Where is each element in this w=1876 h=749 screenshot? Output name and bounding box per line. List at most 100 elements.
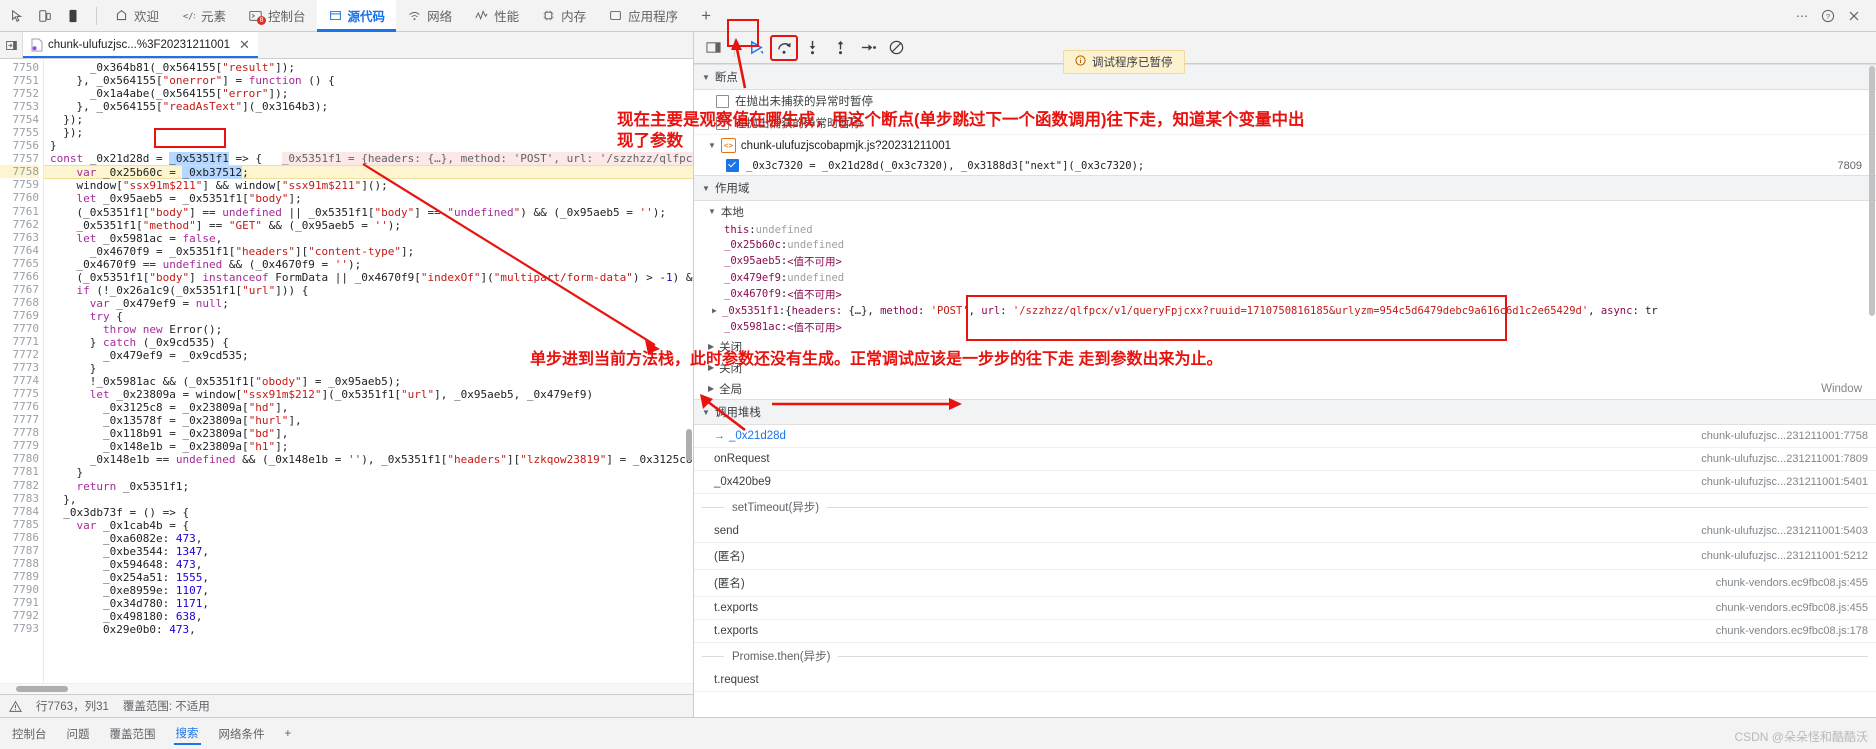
code-line[interactable]: }); (44, 113, 693, 126)
scope-variable-row[interactable]: _0x25b60c: undefined (694, 237, 1876, 252)
callstack-frame-row[interactable]: → _0x21d28d chunk-ulufuzjsc...231211001:77… (694, 425, 1876, 448)
dock-side-icon[interactable] (64, 7, 82, 25)
line-number[interactable]: 7778 (0, 426, 40, 439)
code-line[interactable]: _0x148e1b == undefined && (_0x148e1b = '… (44, 453, 693, 466)
show-navigator-icon[interactable] (0, 32, 23, 58)
scope-variable-row[interactable]: _0x5981ac: <值不可用> (694, 318, 1876, 336)
line-number[interactable]: 7782 (0, 479, 40, 492)
code-line[interactable]: _0x118b91 = _0x23809a["bd"], (44, 427, 693, 440)
code-line[interactable]: _0x13578f = _0x23809a["hurl"], (44, 414, 693, 427)
line-number[interactable]: 7751 (0, 74, 40, 87)
callstack-frame-row[interactable]: send chunk-ulufuzjsc...231211001:5403 (694, 520, 1876, 543)
line-number[interactable]: 7777 (0, 413, 40, 426)
code-line[interactable]: } (44, 362, 693, 375)
drawer-tab-console[interactable]: 控制台 (10, 724, 49, 744)
line-number[interactable]: 7756 (0, 139, 40, 152)
code-line[interactable]: let _0x23809a = window["ssx91m$212"](_0x… (44, 388, 693, 401)
line-number[interactable]: 7770 (0, 322, 40, 335)
scope-group-closure-1[interactable]: ▶ 关闭 (694, 336, 1876, 357)
code-line[interactable]: _0xe8959e: 1107, (44, 584, 693, 597)
code-line[interactable]: try { (44, 310, 693, 323)
tab-performance[interactable]: 性能 (463, 0, 530, 32)
line-number[interactable]: 7750 (0, 61, 40, 74)
code-line[interactable]: _0x4670f9 == undefined && (_0x4670f9 = '… (44, 258, 693, 271)
code-line[interactable]: } catch (_0x9cd535) { (44, 336, 693, 349)
drawer-tab-network-conditions[interactable]: 网络条件 (217, 724, 267, 744)
close-icon[interactable] (1844, 6, 1864, 26)
code-line[interactable]: _0x34d780: 1171, (44, 597, 693, 610)
code-line[interactable]: let _0x5981ac = false, (44, 232, 693, 245)
code-line[interactable]: _0x1a4abe(_0x564155["error"]); (44, 87, 693, 100)
tab-sources[interactable]: 源代码 (316, 0, 397, 32)
line-number[interactable]: 7774 (0, 374, 40, 387)
scope-group-global[interactable]: ▶ 全局 Window (694, 378, 1876, 399)
drawer-tab-issues[interactable]: 问题 (65, 724, 92, 744)
code-line[interactable]: _0x148e1b = _0x23809a["h1"]; (44, 440, 693, 453)
tab-console[interactable]: 8 控制台 (237, 0, 317, 32)
line-number[interactable]: 7761 (0, 205, 40, 218)
line-number[interactable]: 7780 (0, 452, 40, 465)
line-number[interactable]: 7773 (0, 361, 40, 374)
line-number[interactable]: 7785 (0, 518, 40, 531)
step-out-button[interactable] (827, 36, 853, 60)
step-over-button[interactable] (770, 34, 798, 61)
code-line[interactable]: _0xa6082e: 473, (44, 532, 693, 545)
code-line[interactable]: 0x29e0b0: 473, (44, 623, 693, 636)
line-number[interactable]: 7784 (0, 505, 40, 518)
code-line[interactable]: !_0x5981ac && (_0x5351f1["obody"] = _0x9… (44, 375, 693, 388)
tab-memory[interactable]: 内存 (530, 0, 597, 32)
editor-vertical-scrollbar[interactable] (684, 59, 693, 694)
line-number[interactable]: 7758 (0, 165, 39, 179)
scope-variable-row[interactable]: _0x95aeb5: <值不可用> (694, 252, 1876, 270)
pause-caught-exceptions-row[interactable]: 在抛出捕获的异常时暂停 (694, 112, 1876, 135)
callstack-section-header[interactable]: ▼ 调用堆栈 (694, 399, 1876, 425)
code-line[interactable]: _0x3db73f = () => { (44, 506, 693, 519)
line-number[interactable]: 7752 (0, 87, 40, 100)
scope-variable-row[interactable]: _0x4670f9: <值不可用> (694, 285, 1876, 303)
chevron-right-icon[interactable]: ▶ (712, 306, 722, 315)
line-number[interactable]: 7759 (0, 178, 40, 191)
code-line[interactable]: _0x498180: 638, (44, 610, 693, 623)
editor-horizontal-scrollbar[interactable] (0, 683, 693, 694)
callstack-frame-row[interactable]: (匿名) chunk-ulufuzjsc...231211001:5212 (694, 543, 1876, 570)
drawer-add-tab-button[interactable]: + (283, 726, 294, 742)
step-into-button[interactable] (799, 36, 825, 60)
deactivate-breakpoints-button[interactable] (883, 36, 909, 60)
code-line[interactable]: _0x5351f1["method"] == "GET" && (_0x95ae… (44, 219, 693, 232)
code-line[interactable]: return _0x5351f1; (44, 480, 693, 493)
code-line[interactable]: var _0x1cab4b = { (44, 519, 693, 532)
line-number[interactable]: 7775 (0, 387, 40, 400)
line-number[interactable]: 7781 (0, 465, 40, 478)
line-number[interactable]: 7754 (0, 113, 40, 126)
source-tab-active[interactable]: chunk-ulufuzjsc...%3F20231211001 ✕ (23, 32, 258, 58)
code-content[interactable]: _0x364b81(_0x564155["result"]); }, _0x56… (44, 59, 693, 694)
drawer-tab-coverage[interactable]: 覆盖范围 (108, 724, 158, 744)
line-number[interactable]: 7753 (0, 100, 40, 113)
code-line[interactable]: }); (44, 126, 693, 139)
line-number[interactable]: 7792 (0, 609, 40, 622)
callstack-frame-row[interactable]: t.exports chunk-vendors.ec9fbc08.js:178 (694, 620, 1876, 643)
line-number[interactable]: 7768 (0, 296, 40, 309)
line-number[interactable]: 7757 (0, 152, 40, 165)
callstack-frame-row[interactable]: (匿名) chunk-vendors.ec9fbc08.js:455 (694, 570, 1876, 597)
tab-network[interactable]: 网络 (396, 0, 463, 32)
line-number[interactable]: 7755 (0, 126, 40, 139)
line-number[interactable]: 7793 (0, 622, 40, 635)
line-number[interactable]: 7779 (0, 439, 40, 452)
code-line[interactable]: window["ssx91m$211"] && window["ssx91m$2… (44, 179, 693, 192)
code-line[interactable]: _0x254a51: 1555, (44, 571, 693, 584)
line-number[interactable]: 7766 (0, 270, 40, 283)
code-line[interactable]: var _0x479ef9 = null; (44, 297, 693, 310)
line-number[interactable]: 7791 (0, 596, 40, 609)
code-line[interactable]: _0x364b81(_0x564155["result"]); (44, 61, 693, 74)
line-number[interactable]: 7760 (0, 191, 40, 204)
line-number[interactable]: 7769 (0, 309, 40, 322)
line-number[interactable]: 7786 (0, 531, 40, 544)
code-editor[interactable]: 7750 7751 7752 7753 7754 7755 7756 7757 7758 7759… (0, 59, 693, 694)
callstack-frame-row[interactable]: t.request (694, 669, 1876, 692)
pause-uncaught-exceptions-row[interactable]: 在抛出未捕获的异常时暂停 (694, 90, 1876, 112)
callstack-frame-row[interactable]: _0x420be9 chunk-ulufuzjsc...231211001:540… (694, 471, 1876, 494)
code-line[interactable]: (_0x5351f1["body"] instanceof FormData |… (44, 271, 693, 284)
scope-section-header[interactable]: ▼ 作用域 (694, 175, 1876, 201)
line-number[interactable]: 7767 (0, 283, 40, 296)
